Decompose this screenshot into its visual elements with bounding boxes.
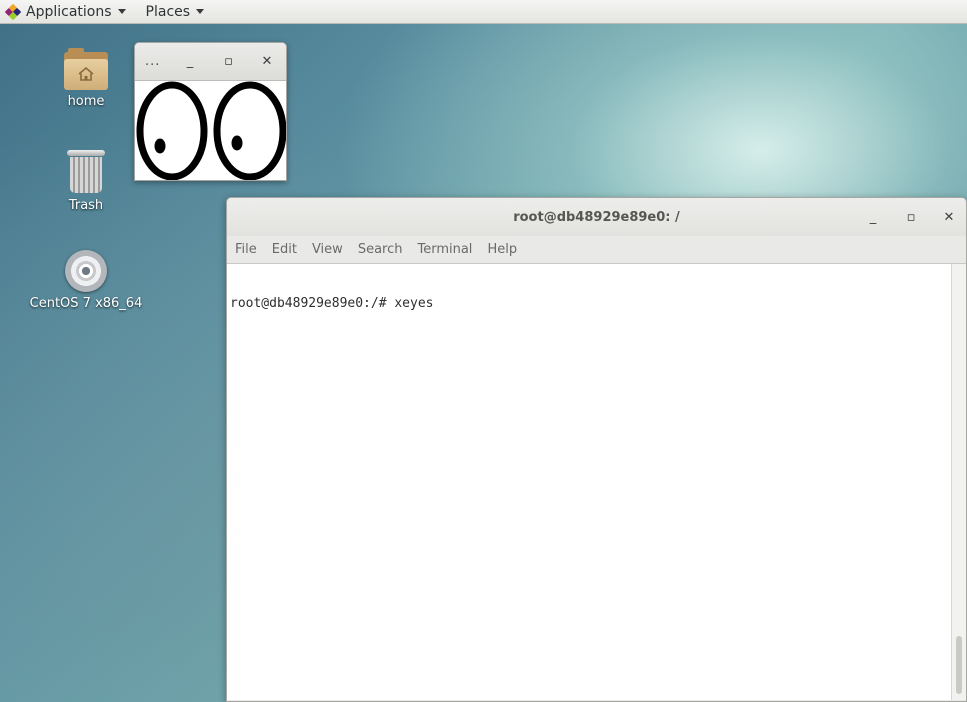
gnome-foot-icon <box>4 3 22 20</box>
eyes-icon <box>136 81 287 181</box>
terminal-scrollbar[interactable] <box>951 264 966 700</box>
disc-icon <box>65 250 107 292</box>
scrollbar-thumb[interactable] <box>956 636 962 694</box>
menu-help[interactable]: Help <box>487 242 517 257</box>
xeyes-titlebar[interactable]: ... _ ▫ ✕ <box>135 43 286 81</box>
trash-icon <box>67 150 105 194</box>
desktop-icon-trash[interactable]: Trash <box>21 150 151 214</box>
folder-home-icon <box>64 48 108 90</box>
places-label: Places <box>145 3 191 20</box>
places-menu[interactable]: Places <box>140 0 213 24</box>
desktop-icon-label: CentOS 7 x86_64 <box>29 296 143 311</box>
maximize-button[interactable]: ▫ <box>902 210 920 225</box>
minimize-button[interactable]: _ <box>181 54 199 69</box>
top-panel: Applications Places <box>0 0 967 24</box>
terminal-output[interactable]: root@db48929e89e0:/# xeyes <box>227 264 951 700</box>
desktop-icon-label: Trash <box>68 198 104 213</box>
menu-search[interactable]: Search <box>358 242 403 257</box>
menu-file[interactable]: File <box>235 242 257 257</box>
close-button[interactable]: ✕ <box>940 210 958 225</box>
terminal-line: root@db48929e89e0:/# xeyes <box>230 296 434 311</box>
desktop-icon-label: home <box>67 94 105 109</box>
menu-edit[interactable]: Edit <box>272 242 297 257</box>
desktop-icon-home[interactable]: home <box>21 48 151 110</box>
xeyes-window[interactable]: ... _ ▫ ✕ <box>134 42 287 181</box>
xeyes-title: ... <box>145 54 161 69</box>
terminal-window[interactable]: root@db48929e89e0: / _ ▫ ✕ File Edit Vie… <box>226 197 967 702</box>
applications-menu[interactable]: Applications <box>0 0 134 24</box>
maximize-button[interactable]: ▫ <box>219 54 237 69</box>
menu-view[interactable]: View <box>312 242 343 257</box>
desktop-icon-centos-disc[interactable]: CentOS 7 x86_64 <box>21 250 151 312</box>
xeyes-canvas <box>135 81 287 181</box>
terminal-menubar: File Edit View Search Terminal Help <box>227 236 966 264</box>
chevron-down-icon <box>117 9 126 14</box>
terminal-title: root@db48929e89e0: / <box>513 209 680 225</box>
terminal-titlebar[interactable]: root@db48929e89e0: / _ ▫ ✕ <box>227 198 966 236</box>
close-button[interactable]: ✕ <box>258 54 276 69</box>
menu-terminal[interactable]: Terminal <box>417 242 472 257</box>
applications-label: Applications <box>26 3 112 20</box>
chevron-down-icon <box>196 9 205 14</box>
minimize-button[interactable]: _ <box>864 210 882 225</box>
